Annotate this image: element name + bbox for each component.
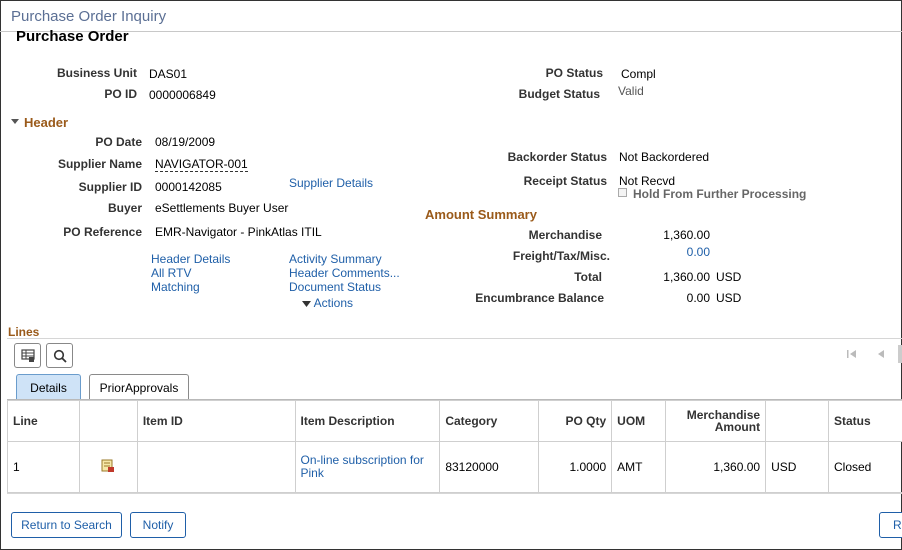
po-status-value: Compl <box>621 67 656 81</box>
find-button[interactable] <box>46 343 73 368</box>
receipt-status-label: Receipt Status <box>523 174 607 188</box>
item-description-link[interactable]: On-line subscription for Pink <box>301 453 424 480</box>
receipt-status-value: Not Recvd <box>619 174 676 188</box>
encumbrance-label: Encumbrance Balance <box>475 291 604 305</box>
cell-merchandise: 1,360.00 <box>665 441 767 493</box>
total-value: 1,360.00 <box>663 270 710 284</box>
grid-settings-icon <box>20 349 35 362</box>
budget-status-value: Valid <box>618 84 644 98</box>
hold-checkbox[interactable] <box>618 188 627 197</box>
sub-title: Purchase Order <box>16 28 129 45</box>
budget-status-label: Budget Status <box>518 87 600 101</box>
amount-summary-title: Amount Summary <box>425 207 537 222</box>
col-category[interactable]: Category <box>439 400 540 442</box>
encumbrance-value: 0.00 <box>686 291 710 305</box>
search-icon <box>53 349 67 363</box>
tab-prior-approvals[interactable]: PriorApprovals <box>89 374 189 400</box>
freight-value-link[interactable]: 0.00 <box>610 245 710 259</box>
actions-menu[interactable]: Actions <box>302 296 353 310</box>
po-reference-value: EMR-Navigator - PinkAtlas ITIL <box>155 225 322 239</box>
col-currency <box>765 400 829 442</box>
document-status-link[interactable]: Document Status <box>289 280 381 294</box>
header-collapse-toggle[interactable] <box>10 115 20 129</box>
activity-summary-link[interactable]: Activity Summary <box>289 252 382 266</box>
lines-grid: Line Item ID Item Description Category P… <box>7 400 902 493</box>
next-page-partial[interactable] <box>898 345 902 363</box>
cell-uom: AMT <box>611 441 667 493</box>
backorder-status-label: Backorder Status <box>507 150 607 164</box>
all-rtv-link[interactable]: All RTV <box>151 266 191 280</box>
col-merchandise-amount[interactable]: Merchandise Amount <box>665 400 767 442</box>
cell-item-id <box>136 441 296 493</box>
cell-item-description[interactable]: On-line subscription for Pink <box>294 441 441 493</box>
col-item-description[interactable]: Item Description <box>294 400 441 442</box>
cell-status: Closed <box>828 441 902 493</box>
page-title: Purchase Order Inquiry <box>11 8 167 25</box>
header-comments-link[interactable]: Header Comments... <box>289 266 400 280</box>
personalize-grid-button[interactable] <box>14 343 41 368</box>
cell-currency: USD <box>765 441 829 493</box>
first-page-icon[interactable] <box>846 348 858 363</box>
actions-label[interactable]: Actions <box>314 296 353 310</box>
hold-label: Hold From Further Processing <box>633 187 807 201</box>
lines-bottom-border <box>7 493 902 494</box>
buyer-label: Buyer <box>107 201 142 215</box>
cell-line: 1 <box>7 441 80 493</box>
po-id-label: PO ID <box>104 87 137 101</box>
col-po-qty[interactable]: PO Qty <box>538 400 613 442</box>
table-row: 1 On-line subscription for Pink 83120000… <box>7 441 902 493</box>
lines-section-title: Lines <box>8 325 40 339</box>
buyer-value: eSettlements Buyer User <box>155 201 289 215</box>
grid-header-row: Line Item ID Item Description Category P… <box>7 400 902 442</box>
notify-button[interactable]: Notify <box>130 512 186 538</box>
po-status-label: PO Status <box>545 66 603 80</box>
merchandise-value: 1,360.00 <box>663 228 710 242</box>
business-unit-value: DAS01 <box>149 67 188 81</box>
po-date-label: PO Date <box>95 135 142 149</box>
return-to-search-button[interactable]: Return to Search <box>11 512 122 538</box>
supplier-details-link[interactable]: Supplier Details <box>289 176 373 190</box>
cell-line-icon[interactable] <box>78 441 138 493</box>
po-id-value: 0000006849 <box>149 88 216 102</box>
col-line[interactable]: Line <box>7 400 80 442</box>
lines-top-border <box>7 338 902 339</box>
supplier-id-label: Supplier ID <box>78 180 142 194</box>
col-item-id[interactable]: Item ID <box>136 400 296 442</box>
col-icon <box>78 400 138 442</box>
freight-label: Freight/Tax/Misc. <box>512 249 610 263</box>
line-details-icon <box>101 459 115 472</box>
col-uom[interactable]: UOM <box>611 400 667 442</box>
tab-details[interactable]: Details <box>16 374 81 400</box>
total-currency: USD <box>716 270 742 284</box>
refresh-button[interactable]: R <box>879 512 902 538</box>
supplier-name-value[interactable]: NAVIGATOR-001 <box>155 157 248 172</box>
po-reference-label: PO Reference <box>63 225 142 239</box>
triangle-down-icon <box>11 119 19 124</box>
business-unit-label: Business Unit <box>56 66 137 80</box>
header-section-title[interactable]: Header <box>24 115 68 130</box>
merchandise-label: Merchandise <box>528 228 602 242</box>
col-status[interactable]: Status <box>828 400 902 442</box>
header-details-link[interactable]: Header Details <box>151 252 230 266</box>
cell-category: 83120000 <box>439 441 540 493</box>
total-label: Total <box>574 270 602 284</box>
triangle-down-icon <box>302 300 311 307</box>
title-divider <box>0 31 902 32</box>
po-date-value: 08/19/2009 <box>155 135 216 149</box>
supplier-name-label: Supplier Name <box>57 157 142 171</box>
backorder-status-value: Not Backordered <box>619 150 710 164</box>
matching-link[interactable]: Matching <box>151 280 200 294</box>
previous-page-icon[interactable] <box>876 348 886 363</box>
encumbrance-currency: USD <box>716 291 742 305</box>
supplier-id-value: 0000142085 <box>155 180 222 194</box>
cell-po-qty: 1.0000 <box>538 441 613 493</box>
